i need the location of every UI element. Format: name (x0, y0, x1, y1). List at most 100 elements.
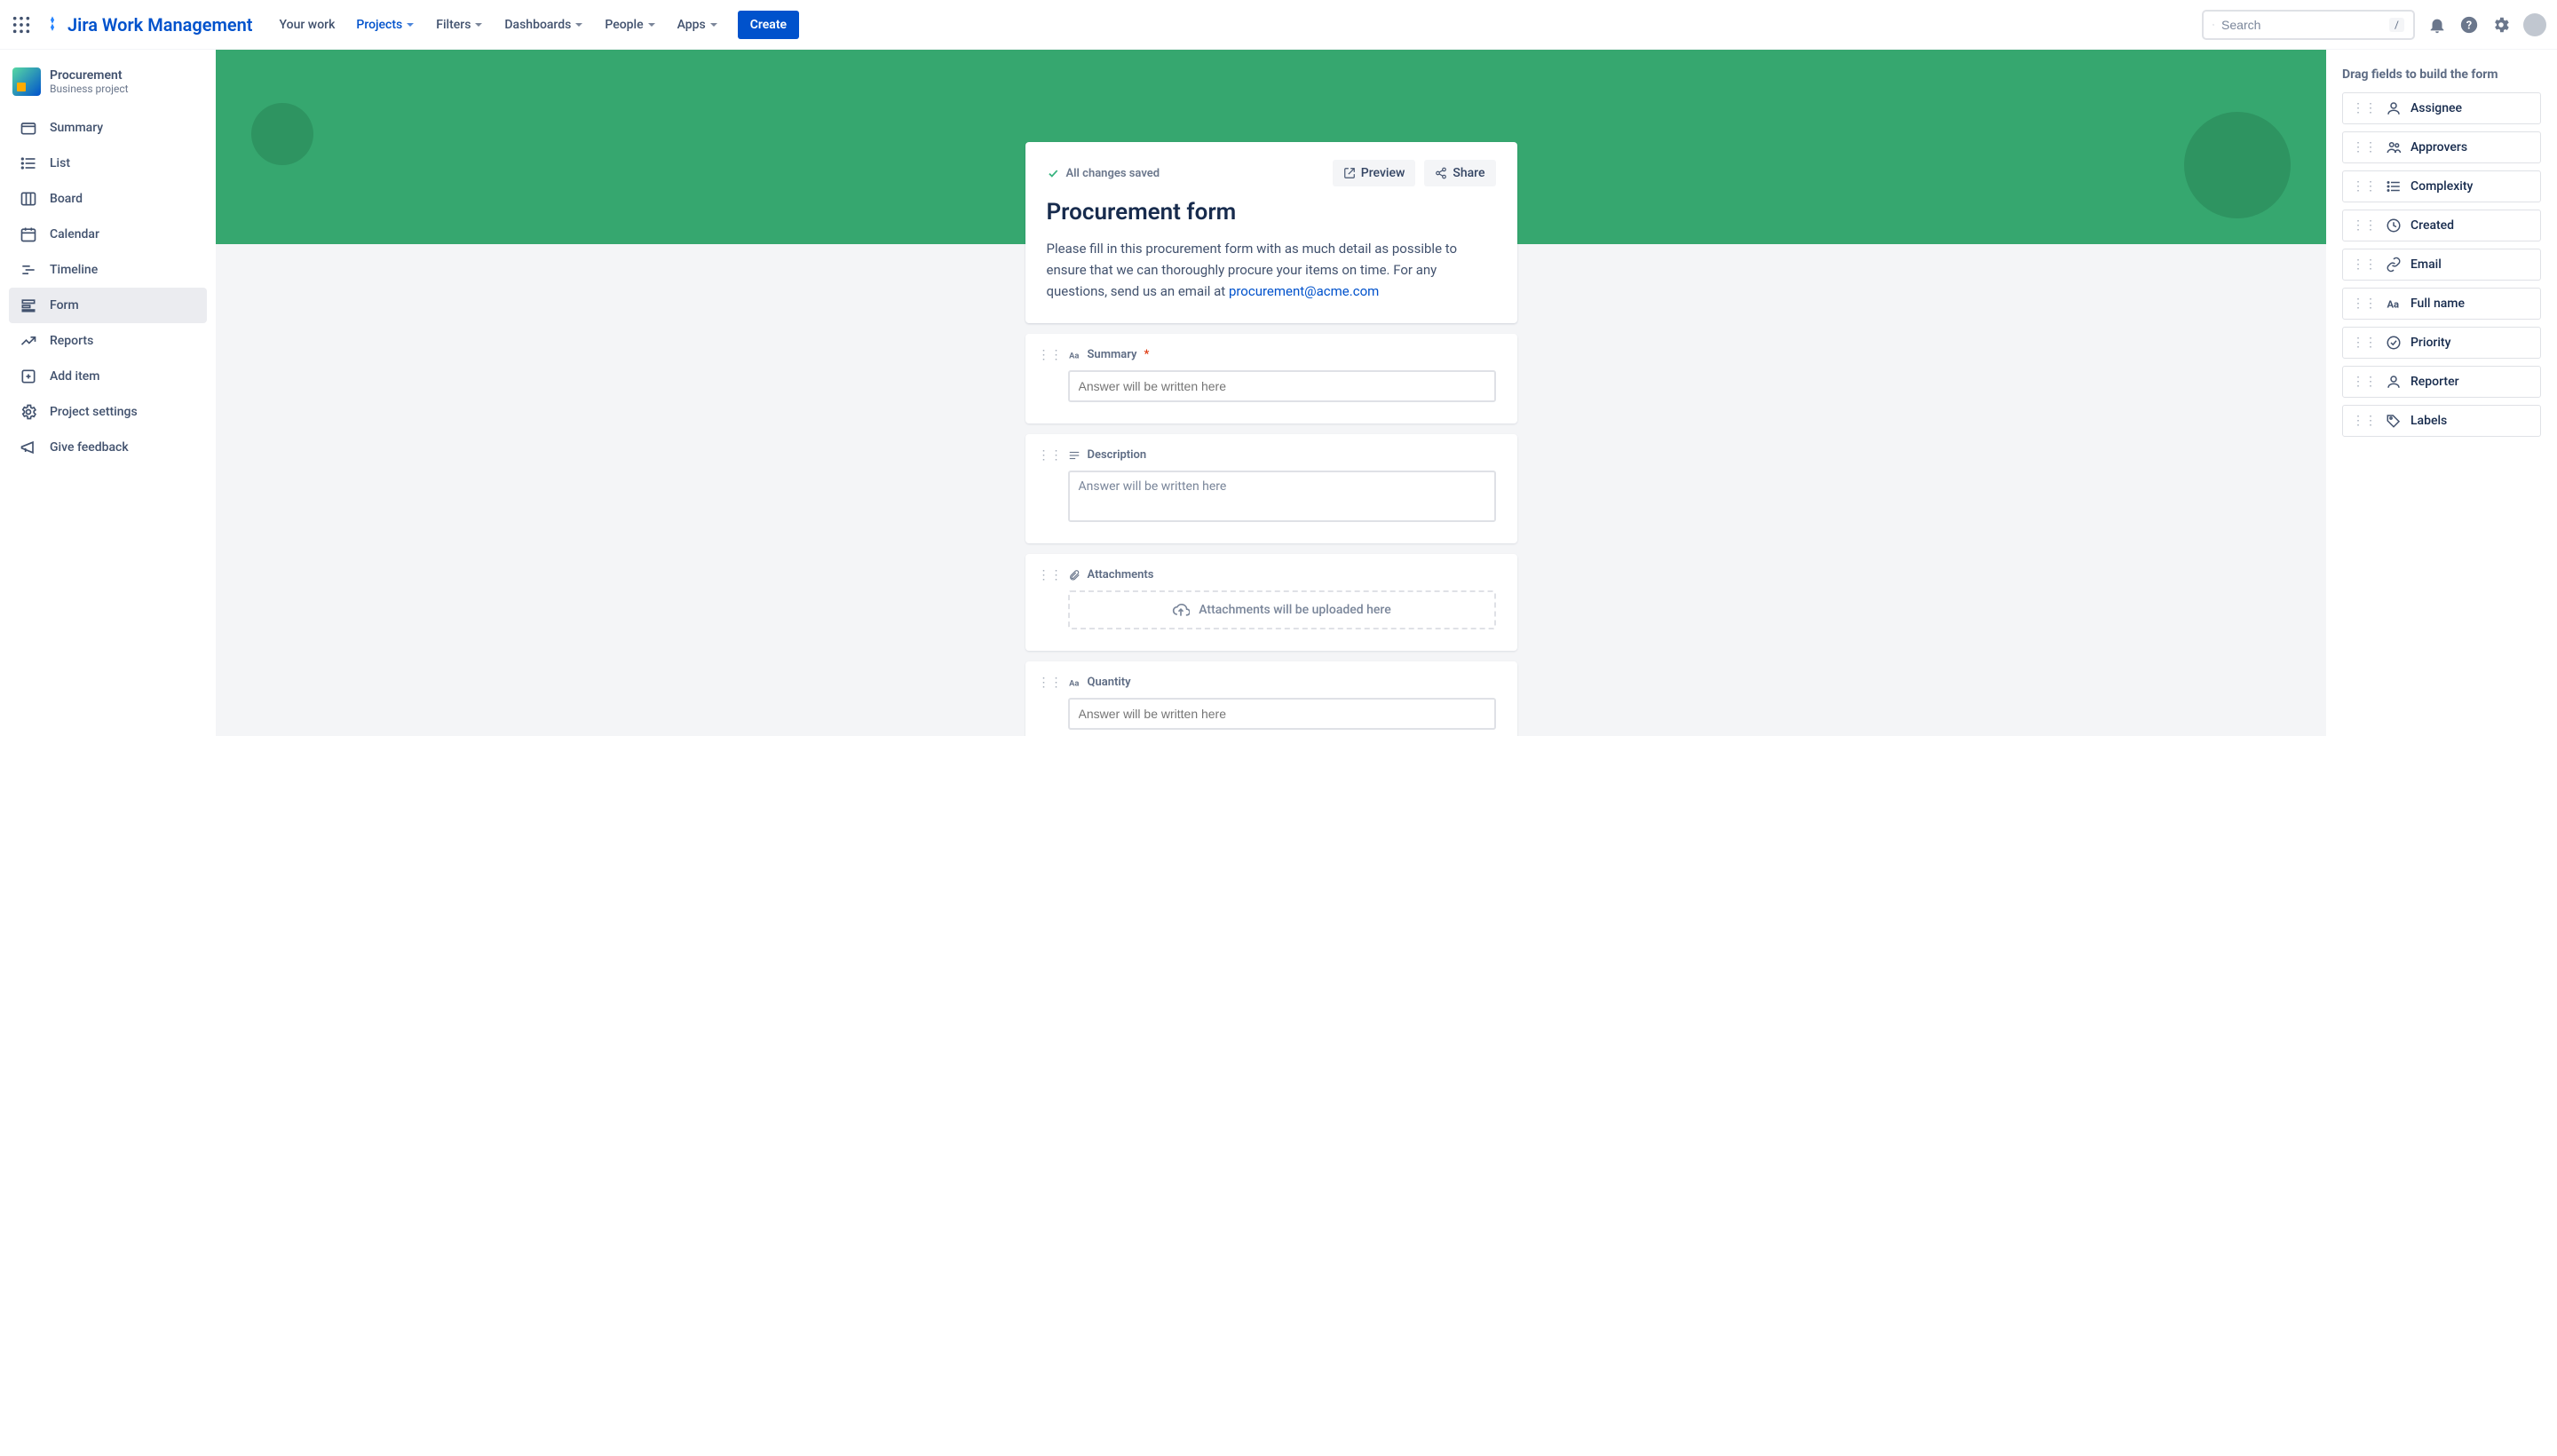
drag-handle-icon: ⋮⋮ (2352, 257, 2377, 272)
paragraph-icon (1068, 449, 1081, 462)
share-button[interactable]: Share (1424, 160, 1495, 186)
product-logo[interactable]: Jira Work Management (43, 14, 253, 36)
sidebar-item-list[interactable]: List (9, 146, 207, 181)
sidebar-item-give-feedback[interactable]: Give feedback (9, 430, 207, 465)
drag-handle-icon[interactable]: ⋮⋮ (1038, 448, 1063, 463)
drag-handle-icon: ⋮⋮ (2352, 179, 2377, 194)
required-asterisk: * (1144, 348, 1150, 361)
search-input[interactable]: / (2202, 10, 2415, 40)
preview-button[interactable]: Preview (1333, 160, 1416, 186)
drag-handle-icon: ⋮⋮ (2352, 375, 2377, 389)
nav-item-dashboards[interactable]: Dashboards (495, 11, 592, 39)
drag-handle-icon: ⋮⋮ (2352, 140, 2377, 154)
check-icon (1047, 167, 1059, 179)
field-label: Aa Summary* (1068, 348, 1496, 361)
project-type: Business project (50, 83, 129, 95)
sidebar-item-timeline[interactable]: Timeline (9, 252, 207, 288)
create-button[interactable]: Create (738, 11, 799, 39)
sidebar-item-reports[interactable]: Reports (9, 323, 207, 359)
form-title[interactable]: Procurement form (1047, 199, 1496, 226)
settings-icon[interactable] (2491, 15, 2511, 35)
svg-text:Aa: Aa (2387, 299, 2400, 311)
nav-right: / ? (2202, 10, 2546, 40)
description-input[interactable]: Answer will be written here (1068, 471, 1496, 522)
palette-chip-labels[interactable]: ⋮⋮Labels (2342, 405, 2541, 437)
timeline-icon (20, 261, 37, 279)
sidebar-item-calendar[interactable]: Calendar (9, 217, 207, 252)
person-icon (2386, 100, 2402, 116)
drag-handle-icon: ⋮⋮ (2352, 101, 2377, 115)
project-icon (12, 67, 41, 96)
nav-item-your-work[interactable]: Your work (271, 11, 344, 39)
text-icon: Aa (1068, 677, 1081, 689)
palette-chip-email[interactable]: ⋮⋮Email (2342, 249, 2541, 281)
chevron-down-icon (647, 20, 656, 29)
nav-item-apps[interactable]: Apps (669, 11, 727, 39)
text-icon: Aa (1068, 349, 1081, 361)
nav-item-filters[interactable]: Filters (427, 11, 492, 39)
form-icon (20, 297, 37, 314)
sidebar-item-add-item[interactable]: Add item (9, 359, 207, 394)
drag-handle-icon[interactable]: ⋮⋮ (1038, 568, 1063, 582)
quantity-input[interactable] (1068, 698, 1496, 730)
drag-handle-icon: ⋮⋮ (2352, 297, 2377, 311)
help-icon[interactable]: ? (2459, 15, 2479, 35)
chevron-down-icon (474, 20, 483, 29)
palette-chip-complexity[interactable]: ⋮⋮Complexity (2342, 170, 2541, 202)
nav-item-projects[interactable]: Projects (347, 11, 424, 39)
search-field[interactable] (2221, 18, 2382, 32)
sidebar-item-summary[interactable]: Summary (9, 110, 207, 146)
form-header-card: All changes saved Preview Share Procurem… (1025, 142, 1517, 323)
list-icon (20, 154, 37, 172)
project-header[interactable]: Procurement Business project (9, 67, 207, 110)
svg-text:Aa: Aa (1069, 351, 1079, 360)
search-shortcut-hint: / (2389, 18, 2404, 32)
top-nav: Jira Work Management Your work Projects … (0, 0, 2557, 50)
palette-chip-priority[interactable]: ⋮⋮Priority (2342, 327, 2541, 359)
palette-chip-approvers[interactable]: ⋮⋮Approvers (2342, 131, 2541, 163)
megaphone-icon (20, 439, 37, 456)
search-icon (2213, 18, 2214, 32)
save-status: All changes saved (1047, 167, 1160, 180)
share-icon (1435, 167, 1447, 179)
user-avatar[interactable] (2523, 13, 2546, 36)
app-switcher-icon[interactable] (11, 14, 32, 36)
svg-text:Aa: Aa (1069, 678, 1079, 688)
upload-cloud-icon (1172, 601, 1190, 619)
sidebar-item-board[interactable]: Board (9, 181, 207, 217)
drag-handle-icon: ⋮⋮ (2352, 336, 2377, 350)
chevron-down-icon (406, 20, 415, 29)
field-label: Attachments (1068, 568, 1496, 582)
priority-icon (2386, 335, 2402, 351)
summary-icon (20, 119, 37, 137)
board-icon (20, 190, 37, 208)
product-name: Jira Work Management (67, 14, 253, 36)
field-label: Aa Quantity (1068, 676, 1496, 689)
drag-handle-icon: ⋮⋮ (2352, 414, 2377, 428)
form-description[interactable]: Please fill in this procurement form wit… (1047, 238, 1496, 302)
nav-item-people[interactable]: People (596, 11, 664, 39)
form-description-link[interactable]: procurement@acme.com (1229, 283, 1379, 299)
drag-handle-icon[interactable]: ⋮⋮ (1038, 676, 1063, 690)
form-field-description[interactable]: ⋮⋮ Description Answer will be written he… (1025, 434, 1517, 543)
notifications-icon[interactable] (2427, 15, 2447, 35)
sidebar-item-form[interactable]: Form (9, 288, 207, 323)
sidebar: Procurement Business project Summary Lis… (0, 50, 216, 736)
form-field-attachments[interactable]: ⋮⋮ Attachments Attachments will be uploa… (1025, 554, 1517, 651)
palette-chip-assignee[interactable]: ⋮⋮Assignee (2342, 92, 2541, 124)
palette-chip-created[interactable]: ⋮⋮Created (2342, 210, 2541, 241)
person-icon (2386, 374, 2402, 390)
palette-chip-reporter[interactable]: ⋮⋮Reporter (2342, 366, 2541, 398)
form-field-quantity[interactable]: ⋮⋮ Aa Quantity (1025, 661, 1517, 736)
sidebar-item-project-settings[interactable]: Project settings (9, 394, 207, 430)
add-icon (20, 368, 37, 385)
attachments-dropzone[interactable]: Attachments will be uploaded here (1068, 590, 1496, 629)
palette-chip-full-name[interactable]: ⋮⋮AaFull name (2342, 288, 2541, 320)
link-icon (2386, 257, 2402, 273)
summary-input[interactable] (1068, 370, 1496, 402)
tag-icon (2386, 413, 2402, 429)
form-field-summary[interactable]: ⋮⋮ Aa Summary* (1025, 334, 1517, 423)
chevron-down-icon (574, 20, 583, 29)
clock-icon (2386, 218, 2402, 233)
drag-handle-icon[interactable]: ⋮⋮ (1038, 348, 1063, 362)
